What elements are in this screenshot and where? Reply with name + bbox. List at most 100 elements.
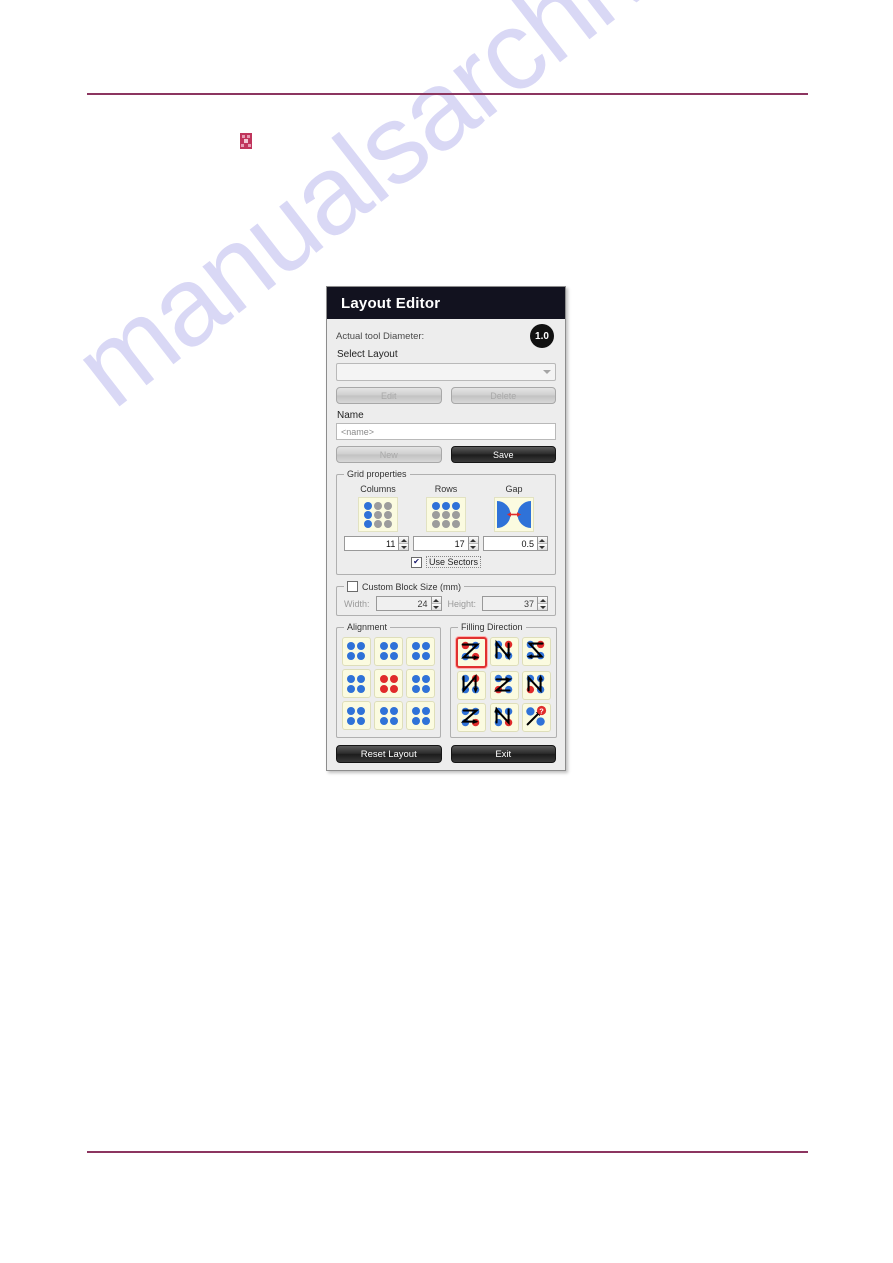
edit-delete-button-row: Edit Delete [336, 387, 556, 404]
name-label: Name [337, 410, 364, 421]
filling-option-custom-unknown[interactable]: ? [522, 703, 551, 732]
name-input[interactable]: <name> [336, 423, 556, 440]
tool-diameter-row: Actual tool Diameter: 1.0 [336, 324, 556, 348]
triangle-up-icon [433, 598, 439, 602]
custom-block-size-title-wrap: Custom Block Size (mm) [344, 581, 465, 592]
filling-option-n-vertical-alt[interactable] [522, 671, 551, 700]
grid-spinner-row: 11 17 0.5 [344, 536, 548, 551]
columns-decrement-button[interactable] [399, 544, 409, 550]
filling-direction-group: Filling Direction ? [450, 622, 557, 738]
svg-text:?: ? [539, 707, 544, 716]
reset-layout-button[interactable]: Reset Layout [336, 745, 442, 763]
alignment-option-bottom-left[interactable] [342, 701, 371, 730]
custom-block-size-title: Custom Block Size (mm) [362, 581, 462, 592]
triangle-down-icon [400, 545, 407, 549]
width-value[interactable]: 24 [375, 596, 431, 611]
height-decrement-button[interactable] [538, 604, 548, 610]
triangle-up-icon [400, 538, 407, 542]
dialog-title: Layout Editor [341, 294, 441, 312]
rows-field: Rows [414, 484, 477, 532]
filling-option-n-vertical-down[interactable] [490, 637, 519, 666]
dialog-body: Actual tool Diameter: 1.0 Select Layout … [327, 319, 565, 770]
triangle-down-icon [433, 605, 439, 609]
custom-block-size-fields: Width: 24 Height: 37 [344, 596, 549, 611]
alignment-title: Alignment [344, 622, 391, 632]
filling-direction-title: Filling Direction [458, 622, 526, 632]
broken-image-icon [240, 133, 252, 149]
triangle-up-icon [470, 538, 477, 542]
exit-button[interactable]: Exit [450, 745, 556, 763]
filling-option-n-vertical-up[interactable] [457, 671, 486, 700]
alignment-option-middle-left[interactable] [342, 669, 371, 698]
gap-value[interactable]: 0.5 [482, 536, 537, 551]
columns-stepper[interactable]: 11 [344, 536, 410, 551]
columns-increment-button[interactable] [399, 537, 409, 544]
footer-rule [87, 1151, 808, 1153]
triangle-down-icon [539, 545, 546, 549]
alignment-group: Alignment [336, 622, 441, 738]
delete-button[interactable]: Delete [450, 387, 556, 404]
gap-field: Gap [482, 484, 545, 532]
alignment-option-bottom-center[interactable] [374, 701, 403, 730]
document-page: manualsarchive.com Layout Editor Actual … [0, 0, 893, 1263]
custom-block-size-checkbox[interactable] [347, 581, 358, 592]
alignment-option-middle-center[interactable] [374, 669, 403, 698]
select-layout-dropdown[interactable] [336, 363, 556, 381]
new-button[interactable]: New [336, 446, 442, 463]
alignment-option-bottom-right[interactable] [406, 701, 435, 730]
filling-option-z-horizontal-down[interactable] [456, 637, 487, 668]
filling-option-s-horizontal-reverse[interactable] [522, 637, 551, 666]
width-label: Width: [344, 598, 370, 609]
alignment-filling-row: Alignment Filling Direction ? [336, 622, 557, 738]
height-increment-button[interactable] [538, 597, 548, 604]
height-stepper[interactable]: 37 [482, 596, 549, 611]
use-sectors-label: Use Sectors [425, 556, 482, 568]
rows-grid-icon [425, 497, 466, 532]
height-value[interactable]: 37 [482, 596, 538, 611]
chevron-down-icon [543, 370, 551, 374]
filling-option-s-horizontal-alt[interactable] [490, 671, 519, 700]
height-stepper-buttons[interactable] [537, 596, 549, 611]
rows-value[interactable]: 17 [413, 536, 468, 551]
width-stepper[interactable]: 24 [375, 596, 442, 611]
grid-properties-group: Grid properties Columns Rows Gap 11 17 0… [336, 469, 556, 575]
edit-button[interactable]: Edit [336, 387, 442, 404]
columns-stepper-buttons[interactable] [398, 536, 410, 551]
columns-field: Columns [346, 484, 409, 532]
use-sectors-row[interactable]: ✔ Use Sectors [344, 556, 548, 568]
filling-direction-options: ? [456, 637, 551, 732]
columns-value[interactable]: 11 [344, 536, 399, 551]
grid-properties-title: Grid properties [344, 469, 410, 479]
grid-properties-columns: Columns Rows Gap [344, 484, 548, 532]
gap-decrement-button[interactable] [537, 544, 547, 550]
rows-stepper-buttons[interactable] [467, 536, 479, 551]
custom-block-size-group: Custom Block Size (mm) Width: 24 Height:… [336, 581, 556, 616]
width-stepper-buttons[interactable] [430, 596, 442, 611]
save-button[interactable]: Save [450, 446, 556, 463]
rows-increment-button[interactable] [468, 537, 478, 544]
filling-option-z-horizontal-up[interactable] [457, 703, 486, 732]
height-label: Height: [447, 598, 477, 609]
filling-option-n-vertical-mixed[interactable] [490, 703, 519, 732]
alignment-option-middle-right[interactable] [406, 669, 435, 698]
gap-increment-button[interactable] [537, 537, 547, 544]
triangle-down-icon [470, 545, 477, 549]
tool-diameter-badge: 1.0 [530, 324, 554, 348]
alignment-option-top-right[interactable] [406, 637, 435, 666]
width-increment-button[interactable] [431, 597, 441, 604]
gap-stepper-buttons[interactable] [536, 536, 548, 551]
triangle-down-icon [539, 605, 546, 609]
use-sectors-checkbox[interactable]: ✔ [410, 556, 422, 568]
triangle-up-icon [539, 538, 546, 542]
columns-label: Columns [360, 484, 396, 494]
tool-diameter-label: Actual tool Diameter: [336, 330, 425, 342]
columns-grid-icon [357, 497, 398, 532]
triangle-up-icon [539, 598, 546, 602]
alignment-option-top-center[interactable] [374, 637, 403, 666]
dialog-titlebar: Layout Editor [327, 287, 565, 319]
gap-stepper[interactable]: 0.5 [482, 536, 548, 551]
alignment-option-top-left[interactable] [342, 637, 371, 666]
width-decrement-button[interactable] [431, 604, 441, 610]
rows-decrement-button[interactable] [468, 544, 478, 550]
rows-stepper[interactable]: 17 [413, 536, 479, 551]
